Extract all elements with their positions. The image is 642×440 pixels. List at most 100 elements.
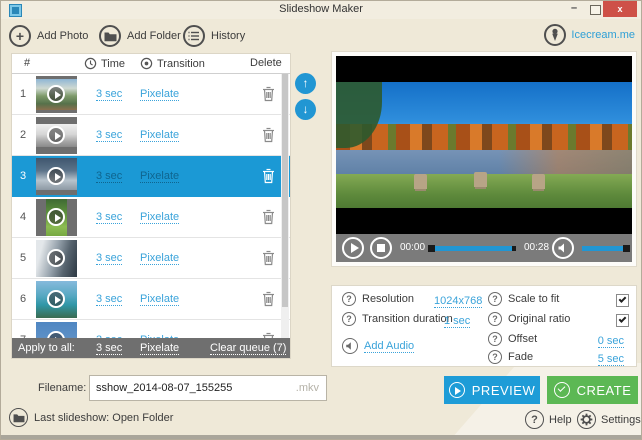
help-circle-icon[interactable]: ? — [342, 292, 356, 306]
slide-thumbnail-rock-cliff[interactable] — [36, 240, 77, 277]
slide-thumbnail-turquoise-lake[interactable] — [36, 281, 77, 318]
volume-bar[interactable] — [582, 245, 630, 252]
transition-duration-value-link[interactable]: 1 sec — [444, 315, 471, 328]
slide-thumbnail-snowy-road[interactable] — [36, 158, 77, 195]
question-icon: ? — [525, 410, 544, 429]
volume-button[interactable] — [552, 237, 574, 259]
help-circle-icon[interactable]: ? — [488, 332, 502, 346]
queue-row-5[interactable]: 5 3 sec Pixelate — [12, 238, 290, 279]
row-number: 5 — [20, 252, 27, 264]
delete-trash-icon[interactable] — [262, 209, 276, 226]
scale-to-fit-label: Scale to fit — [508, 293, 560, 305]
brand-link[interactable]: Icecream.me — [544, 24, 635, 46]
plus-icon: + — [9, 25, 31, 47]
add-folder-button[interactable]: Add Folder — [99, 24, 181, 48]
toolbar: + Add Photo Add Folder History Icecream.… — [1, 19, 641, 51]
queue-row-6[interactable]: 6 3 sec Pixelate — [12, 279, 290, 320]
move-up-button[interactable]: ↑ — [295, 73, 316, 94]
seek-handle[interactable] — [428, 245, 435, 252]
column-time: Time — [84, 57, 125, 70]
help-circle-icon[interactable]: ? — [342, 312, 356, 326]
help-circle-icon[interactable]: ? — [488, 312, 502, 326]
history-button[interactable]: History — [183, 24, 245, 48]
transition-link[interactable]: Pixelate — [140, 88, 180, 101]
video-frame[interactable] — [336, 56, 632, 234]
video-still-autumn-pond — [336, 82, 632, 208]
volume-handle[interactable] — [623, 245, 630, 252]
row-number: 2 — [20, 129, 27, 141]
transition-link[interactable]: Pixelate — [140, 170, 180, 183]
time-link[interactable]: 3 sec — [96, 88, 123, 101]
maximize-button[interactable] — [590, 5, 601, 15]
play-overlay-icon — [46, 289, 65, 308]
help-circle-icon[interactable]: ? — [488, 350, 502, 364]
delete-trash-icon[interactable] — [262, 86, 276, 103]
delete-trash-icon[interactable] — [262, 291, 276, 308]
slide-queue-panel: # Time Transition Delete 1 3 sec Pixelat… — [11, 53, 291, 359]
original-ratio-setting: ? Original ratio — [488, 312, 570, 326]
resolution-setting: ? Resolution — [342, 292, 414, 306]
slide-thumbnail-winter-grayscale[interactable] — [36, 117, 77, 154]
open-folder-link[interactable]: Last slideshow: Open Folder — [9, 408, 173, 427]
icecream-icon — [544, 24, 567, 46]
column-delete: Delete — [250, 57, 282, 69]
playback-controls: 00:00 00:28 — [336, 234, 632, 262]
offset-value-link[interactable]: 0 sec — [597, 335, 624, 348]
row-number: 4 — [20, 211, 27, 223]
delete-trash-icon[interactable] — [262, 250, 276, 267]
settings-button[interactable]: Settings — [577, 410, 641, 429]
time-link[interactable]: 3 sec — [96, 211, 123, 224]
queue-scrollbar[interactable] — [281, 74, 289, 340]
seek-bar[interactable] — [428, 245, 516, 252]
scrollbar-thumb[interactable] — [282, 74, 288, 307]
transition-icon — [140, 57, 153, 70]
add-photo-button[interactable]: + Add Photo — [9, 24, 88, 48]
add-audio-link[interactable]: Add Audio — [364, 340, 415, 353]
delete-trash-icon[interactable] — [262, 168, 276, 185]
delete-trash-icon[interactable] — [262, 127, 276, 144]
add-photo-label: Add Photo — [37, 30, 89, 42]
help-circle-icon[interactable]: ? — [488, 292, 502, 306]
original-ratio-label: Original ratio — [508, 313, 571, 325]
slide-thumbnail-mountain-valley[interactable] — [36, 76, 77, 113]
scale-to-fit-checkbox[interactable] — [616, 294, 629, 307]
transition-link[interactable]: Pixelate — [140, 293, 180, 306]
stop-button[interactable] — [370, 237, 392, 259]
minimize-button[interactable]: – — [565, 3, 583, 17]
resolution-label: Resolution — [362, 293, 414, 305]
queue-row-4[interactable]: 4 3 sec Pixelate — [12, 197, 290, 238]
transition-link[interactable]: Pixelate — [140, 129, 180, 142]
queue-row-2[interactable]: 2 3 sec Pixelate — [12, 115, 290, 156]
preview-button[interactable]: PREVIEW — [444, 376, 540, 404]
time-link[interactable]: 3 sec — [96, 252, 123, 265]
queue-row-3-selected[interactable]: 3 3 sec Pixelate — [12, 156, 290, 197]
resolution-value-link[interactable]: 1024x768 — [434, 295, 483, 308]
apply-time-link[interactable]: 3 sec — [96, 342, 123, 355]
add-folder-label: Add Folder — [127, 30, 181, 42]
close-button[interactable]: x — [603, 1, 637, 17]
fade-label: Fade — [508, 351, 534, 363]
queue-row-1[interactable]: 1 3 sec Pixelate — [12, 74, 290, 115]
fade-value-link[interactable]: 5 sec — [597, 353, 624, 366]
queue-row-7[interactable]: 7 3 sec Pixelate — [12, 320, 290, 340]
original-ratio-checkbox[interactable] — [616, 314, 629, 327]
apply-transition-link[interactable]: Pixelate — [140, 342, 180, 355]
clear-queue-link[interactable]: Clear queue (7) — [210, 342, 287, 355]
play-button[interactable] — [342, 237, 364, 259]
current-time: 00:00 — [400, 242, 426, 253]
filename-input[interactable] — [96, 376, 286, 400]
transition-link[interactable]: Pixelate — [140, 211, 180, 224]
help-button[interactable]: ? Help — [525, 410, 572, 429]
time-link[interactable]: 3 sec — [96, 170, 123, 183]
create-button[interactable]: CREATE — [547, 376, 638, 404]
play-circle-icon — [448, 382, 465, 398]
slide-thumbnail-green-meadow[interactable] — [36, 199, 77, 236]
checkmark-icon — [618, 295, 627, 303]
help-label: Help — [549, 413, 572, 426]
column-transition: Transition — [140, 57, 205, 70]
add-audio-setting: Add Audio — [342, 338, 415, 354]
move-down-button[interactable]: ↓ — [295, 99, 316, 120]
time-link[interactable]: 3 sec — [96, 293, 123, 306]
time-link[interactable]: 3 sec — [96, 129, 123, 142]
transition-link[interactable]: Pixelate — [140, 252, 180, 265]
